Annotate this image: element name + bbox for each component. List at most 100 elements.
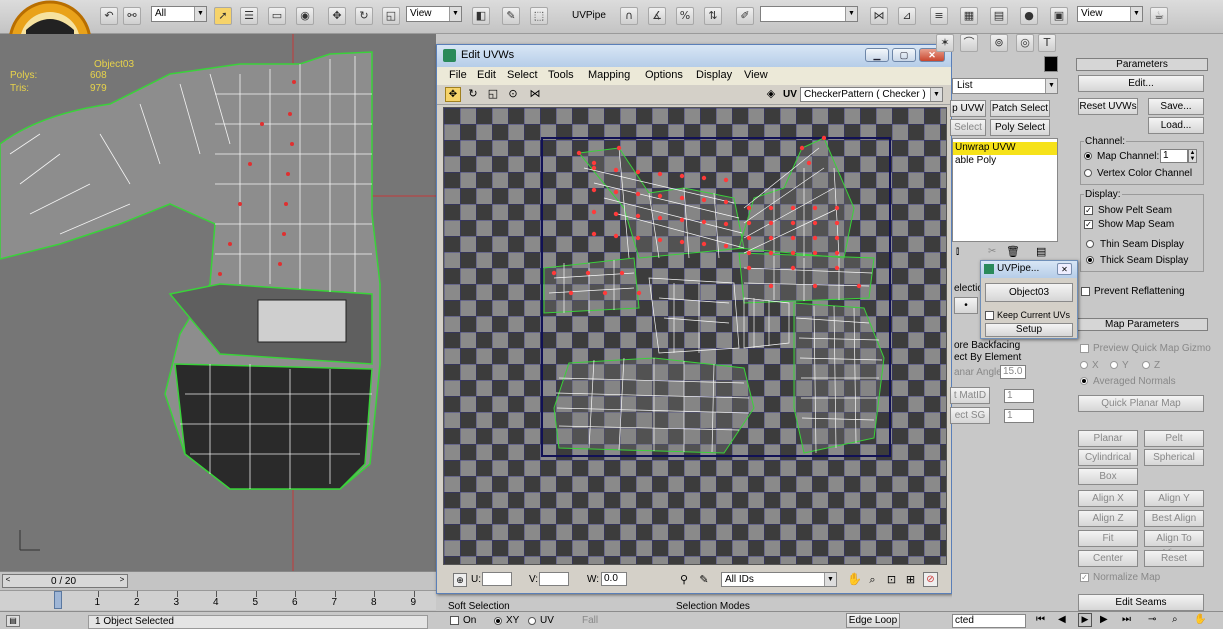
uv-vertex[interactable] [812, 220, 818, 226]
teapot-icon[interactable]: ☕ [1150, 7, 1168, 25]
uv-vertex[interactable] [679, 195, 685, 201]
uv-vertex[interactable] [746, 265, 752, 271]
reference-coord-select[interactable]: View ▼ [406, 6, 462, 22]
uv-vertex[interactable] [591, 209, 597, 215]
pivot-icon[interactable]: ◧ [472, 7, 490, 25]
uv-vertex[interactable] [701, 175, 707, 181]
uv-vertex[interactable] [834, 220, 840, 226]
uv-vertex[interactable] [768, 235, 774, 241]
uv-vertex[interactable] [635, 191, 641, 197]
uv-vertex[interactable] [723, 199, 729, 205]
map-channel-field[interactable]: 1 [1160, 149, 1188, 163]
maximize-button[interactable]: ▢ [892, 48, 916, 62]
scale-icon[interactable]: ◱ [382, 7, 400, 25]
show-end-result-icon[interactable]: ✂ [988, 246, 996, 257]
uv-vertex[interactable] [812, 283, 818, 289]
current-frame-marker[interactable] [54, 591, 62, 609]
patch-select-button[interactable]: Patch Select [990, 100, 1050, 117]
rotate-icon[interactable]: ↻ [355, 7, 373, 25]
select-button[interactable]: Select [950, 119, 986, 136]
uv-vertex[interactable] [799, 145, 805, 151]
pelt-button[interactable]: Pelt [1144, 430, 1204, 447]
thick-seam-radio[interactable] [1086, 256, 1094, 264]
uv-vertex[interactable] [568, 290, 574, 296]
hierarchy-tab-icon[interactable]: ⊚ [990, 34, 1008, 52]
align-y-button[interactable]: Align Y [1144, 490, 1204, 507]
quick-planar-map-button[interactable]: Quick Planar Map [1078, 395, 1204, 412]
best-align-button[interactable]: Best Align [1144, 510, 1204, 527]
uv-vertex[interactable] [723, 243, 729, 249]
create-tab-icon[interactable]: ✶ [936, 34, 954, 52]
script-listener-icon[interactable]: ▤ [6, 615, 20, 627]
time-slider-next[interactable]: > [117, 575, 127, 587]
selection-filter-select[interactable]: All ▼ [151, 6, 207, 22]
align-icon[interactable]: ⊿ [898, 7, 916, 25]
vertex-color-radio[interactable] [1084, 169, 1092, 177]
uv-editor-canvas[interactable] [443, 107, 947, 565]
map-channel-spinner[interactable]: ▲ ▼ [1188, 149, 1197, 163]
align-z-button[interactable]: Align Z [1078, 510, 1138, 527]
uv-vertex[interactable] [657, 193, 663, 199]
uv-vertex[interactable] [834, 265, 840, 271]
uv-vertex[interactable] [768, 283, 774, 289]
reset-button[interactable]: Reset [1144, 550, 1204, 567]
uvpipe-titlebar[interactable]: UVPipe... ✕ [981, 261, 1077, 278]
uv-vertex[interactable] [701, 197, 707, 203]
box-button[interactable]: Box [1078, 468, 1138, 485]
reset-uvws-button[interactable]: Reset UVWs [1078, 98, 1138, 115]
stack-item-unwrap[interactable]: Unwrap UVW [953, 142, 1057, 155]
spinner-snap-icon[interactable]: ⇅ [704, 7, 722, 25]
uv-vertex[interactable] [790, 205, 796, 211]
u-field[interactable] [482, 572, 512, 586]
zoom-region-icon[interactable]: ⊡ [884, 572, 899, 587]
averaged-normals-radio[interactable] [1080, 377, 1088, 385]
show-map-seam-checkbox[interactable]: ✓ [1084, 220, 1093, 229]
undo-icon[interactable]: ↶ [100, 7, 118, 25]
uv-vertex[interactable] [679, 239, 685, 245]
time-slider-prev[interactable]: < [3, 575, 13, 587]
uv-vertex[interactable] [576, 150, 582, 156]
play-icon[interactable]: ▶ [1078, 613, 1092, 627]
uv-vertex[interactable] [821, 135, 827, 141]
align-x-button[interactable]: Align X [1078, 490, 1138, 507]
edit-seams-button[interactable]: Edit Seams [1078, 594, 1204, 611]
uv-vertex[interactable] [746, 205, 752, 211]
uv-vertex[interactable] [657, 171, 663, 177]
axis-x-radio[interactable] [1080, 361, 1088, 369]
uv-vertex[interactable] [806, 160, 812, 166]
timeline[interactable]: < 0 / 20 > 0123456789 [0, 571, 436, 611]
matid-field[interactable]: 1 [1004, 389, 1034, 403]
uv-vertex[interactable] [746, 250, 752, 256]
planar-angle-field[interactable]: 15.0 [1000, 365, 1026, 379]
uv-vertex[interactable] [657, 215, 663, 221]
show-map-icon[interactable]: ◈ [763, 87, 779, 102]
zoom-icon[interactable]: ⌕ [1172, 614, 1178, 625]
brush-icon[interactable]: ✎ [697, 573, 711, 587]
keep-current-uvs-checkbox[interactable] [985, 311, 994, 320]
uv-vertex[interactable] [613, 167, 619, 173]
object-color-swatch[interactable] [1044, 56, 1058, 72]
perspective-viewport[interactable]: Object03 Polys: 608 Tris: 979 [0, 34, 436, 571]
cylindrical-button[interactable]: Cylindrical [1078, 449, 1138, 466]
layer-manager-icon[interactable]: ≡ [930, 7, 948, 25]
uv-vertex[interactable] [679, 173, 685, 179]
select-sg-button[interactable]: ect SG [950, 407, 990, 424]
prev-frame-icon[interactable]: ◀ [1058, 614, 1066, 625]
rect-selection-icon[interactable]: ▭ [268, 7, 286, 25]
time-slider[interactable]: < 0 / 20 > [2, 574, 128, 588]
rotate-icon[interactable]: ↻ [465, 87, 481, 102]
menu-display[interactable]: Display [696, 69, 732, 81]
move-icon[interactable]: ✥ [445, 87, 461, 102]
menu-view[interactable]: View [744, 69, 768, 81]
percent-snap-icon[interactable]: % [676, 7, 694, 25]
mirror-icon[interactable]: ⋈ [527, 87, 543, 102]
uv-vertex[interactable] [591, 231, 597, 237]
modifier-list[interactable]: List ▼ [952, 78, 1058, 94]
map-channel-radio[interactable] [1084, 152, 1092, 160]
uv-vertex[interactable] [613, 233, 619, 239]
uv-vertex[interactable] [636, 290, 642, 296]
zoom-icon[interactable]: ⌕ [865, 572, 880, 587]
uv-vertex[interactable] [723, 177, 729, 183]
close-icon[interactable]: ✕ [1057, 263, 1072, 275]
save-button[interactable]: Save... [1148, 98, 1204, 115]
